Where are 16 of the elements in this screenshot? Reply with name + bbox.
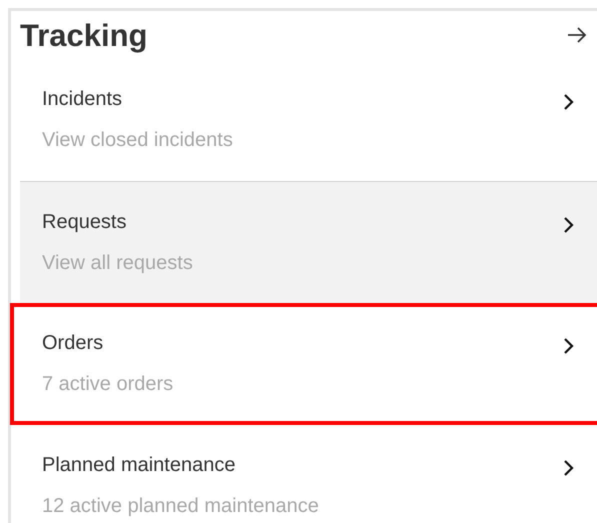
arrow-right-icon[interactable] [567,26,587,44]
chevron-right-icon [563,216,575,234]
tracking-item[interactable]: Orders 7 active orders [10,303,597,425]
item-title: Incidents [42,87,124,112]
chevron-right-icon [563,459,575,477]
item-title: Planned maintenance [42,453,236,478]
item-title: Requests [42,210,128,235]
section-title: Tracking [20,20,148,50]
item-subtitle: 7 active orders [42,372,174,397]
item-subtitle: 12 active planned maintenance [42,494,319,519]
item-subtitle: View closed incidents [42,128,233,153]
chevron-right-icon [563,337,575,355]
item-subtitle: View all requests [42,251,193,276]
chevron-right-icon [563,93,575,111]
tracking-item[interactable]: Requests View all requests [20,181,597,303]
item-title: Orders [42,331,104,356]
